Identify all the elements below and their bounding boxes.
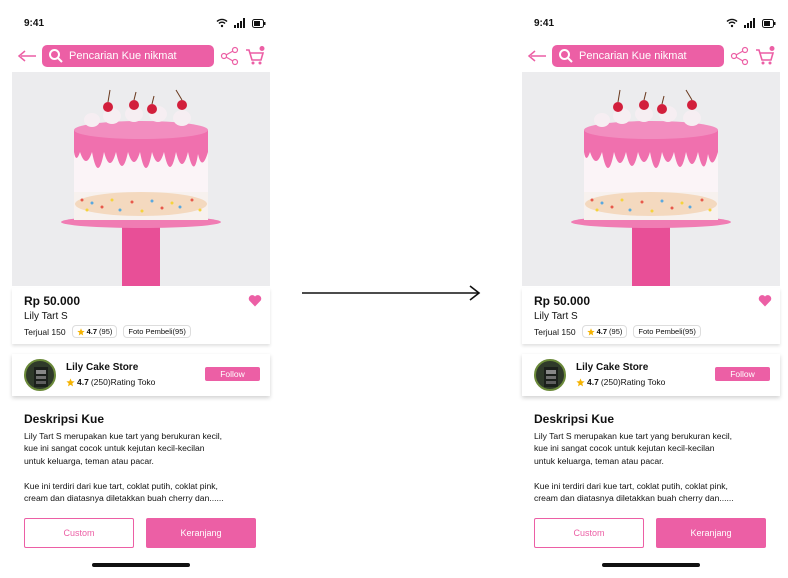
buyer-photos-pill[interactable]: Foto Pembeli(95)	[633, 325, 701, 338]
heart-icon[interactable]	[248, 294, 262, 307]
store-rating-detail: (250)Rating Toko	[600, 377, 666, 387]
store-rating-detail: (250)Rating Toko	[90, 377, 156, 387]
signal-icon	[744, 18, 755, 28]
top-bar	[524, 44, 780, 68]
product-stats: Terjual 150 4.7 (95) Foto Pembeli(95)	[24, 325, 191, 338]
search-input[interactable]	[579, 48, 719, 64]
store-name: Lily Cake Store	[576, 362, 649, 373]
share-icon[interactable]	[220, 46, 240, 66]
store-name: Lily Cake Store	[66, 362, 139, 373]
rating-value: 4.7	[86, 327, 98, 336]
home-indicator[interactable]	[92, 563, 190, 567]
add-to-cart-button[interactable]: Keranjang	[146, 518, 256, 548]
description-title: Deskripsi Kue	[24, 412, 105, 426]
search-input[interactable]	[69, 48, 209, 64]
sold-count: Terjual 150	[24, 326, 66, 337]
status-time: 9:41	[24, 18, 45, 29]
status-bar: 9:41	[24, 18, 266, 32]
star-icon	[76, 327, 85, 335]
home-indicator[interactable]	[602, 563, 700, 567]
status-bar: 9:41	[534, 18, 776, 32]
wifi-icon	[726, 18, 738, 28]
store-rating: 4.7 (250)Rating Toko	[66, 377, 155, 387]
search-bar[interactable]	[42, 45, 214, 67]
search-icon	[559, 49, 573, 63]
back-arrow-icon[interactable]	[526, 46, 548, 66]
rating-count: (95)	[609, 327, 623, 336]
star-icon	[66, 377, 75, 386]
description-body: Lily Tart S merupakan kue tart yang beru…	[24, 431, 224, 504]
search-icon	[49, 49, 63, 63]
product-info-card: Rp 50.000 Lily Tart S Terjual 150 4.7 (9…	[522, 288, 780, 344]
buyer-photos-pill[interactable]: Foto Pembeli(95)	[123, 325, 191, 338]
phone-screen-after: 9:41 Rp 50.000 Lily Tart S	[518, 0, 788, 578]
custom-button[interactable]: Custom	[24, 518, 134, 548]
status-time: 9:41	[534, 18, 555, 29]
rating-value: 4.7	[596, 327, 608, 336]
top-bar	[14, 44, 270, 68]
phone-screen-before: 9:41 Rp 50.000 Lily Tart S	[8, 0, 278, 578]
store-card[interactable]: Lily Cake Store 4.7 (250)Rating Toko Fol…	[522, 354, 780, 396]
store-card[interactable]: Lily Cake Store 4.7 (250)Rating Toko Fol…	[12, 354, 270, 396]
product-stats: Terjual 150 4.7 (95) Foto Pembeli(95)	[534, 325, 701, 338]
follow-button[interactable]: Follow	[205, 367, 260, 381]
product-name: Lily Tart S	[24, 311, 68, 322]
rating-count: (95)	[99, 327, 113, 336]
custom-button[interactable]: Custom	[534, 518, 644, 548]
product-name: Lily Tart S	[534, 311, 578, 322]
share-icon[interactable]	[730, 46, 750, 66]
cart-icon[interactable]	[754, 45, 776, 67]
back-arrow-icon[interactable]	[16, 46, 38, 66]
follow-button[interactable]: Follow	[715, 367, 770, 381]
product-info-card: Rp 50.000 Lily Tart S Terjual 150 4.7 (9…	[12, 288, 270, 344]
transition-arrow-icon	[302, 285, 481, 301]
rating-pill[interactable]: 4.7 (95)	[581, 325, 628, 338]
product-image	[522, 72, 780, 286]
battery-icon	[252, 18, 266, 28]
store-rating-value: 4.7	[587, 377, 599, 387]
cart-icon[interactable]	[244, 45, 266, 67]
description-body: Lily Tart S merupakan kue tart yang beru…	[534, 431, 734, 504]
store-avatar	[24, 359, 56, 391]
rating-pill[interactable]: 4.7 (95)	[71, 325, 118, 338]
search-bar[interactable]	[552, 45, 724, 67]
wifi-icon	[216, 18, 228, 28]
add-to-cart-button[interactable]: Keranjang	[656, 518, 766, 548]
store-avatar	[534, 359, 566, 391]
battery-icon	[762, 18, 776, 28]
sold-count: Terjual 150	[534, 326, 576, 337]
product-price: Rp 50.000	[534, 294, 591, 308]
star-icon	[586, 327, 595, 335]
heart-icon[interactable]	[758, 294, 772, 307]
store-rating-value: 4.7	[77, 377, 89, 387]
product-image	[12, 72, 270, 286]
store-rating: 4.7 (250)Rating Toko	[576, 377, 665, 387]
signal-icon	[234, 18, 245, 28]
star-icon	[576, 377, 585, 386]
product-price: Rp 50.000	[24, 294, 81, 308]
description-title: Deskripsi Kue	[534, 412, 615, 426]
